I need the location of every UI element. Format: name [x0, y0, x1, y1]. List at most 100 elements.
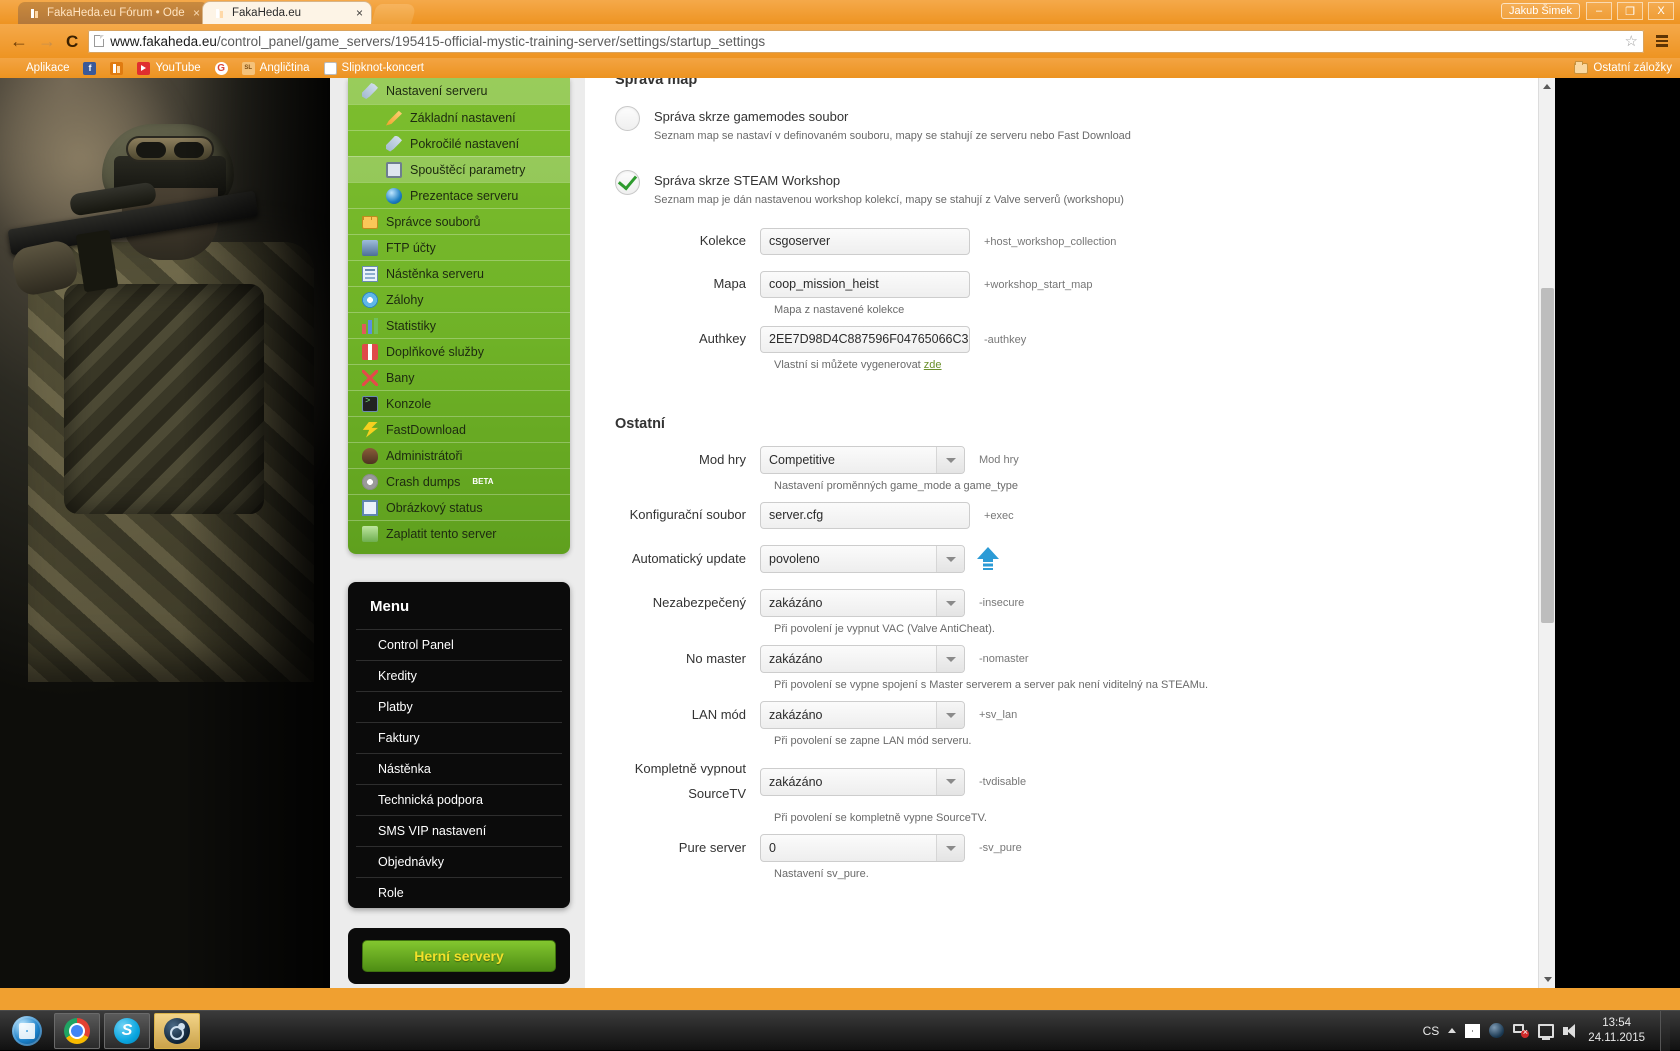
text-input[interactable]: 2EE7D98D4C887596F04765066C3E8: [760, 326, 970, 353]
text-input[interactable]: coop_mission_heist: [760, 271, 970, 298]
other-bookmarks[interactable]: Ostatní záložky: [1574, 62, 1672, 74]
bookmark-anglictina[interactable]: SL Angličtina: [242, 62, 310, 75]
select-dropdown[interactable]: zakázáno: [760, 701, 965, 729]
network-error-icon[interactable]: [1513, 1024, 1529, 1038]
bookmark-fakaheda[interactable]: [110, 62, 123, 75]
scrollbar-thumb[interactable]: [1541, 288, 1554, 623]
fakaheda-favicon: [28, 7, 41, 20]
browser-tab-forum[interactable]: FakaHeda.eu Fórum • Ode ×: [18, 2, 208, 24]
sidebar-item-ftp-ty[interactable]: FTP účty: [348, 234, 570, 260]
chevron-down-icon[interactable]: [936, 835, 964, 861]
form-field-kolekce: Kolekcecsgoserver+host_workshop_collecti…: [585, 228, 1538, 255]
bookmark-slipknot[interactable]: Slipknot-koncert: [324, 62, 424, 75]
chevron-down-icon[interactable]: [936, 702, 964, 728]
bookmark-youtube[interactable]: YouTube: [137, 62, 200, 75]
sidebar-item-bany[interactable]: Bany: [348, 364, 570, 390]
back-icon[interactable]: ←: [10, 32, 28, 50]
menu-item-control-panel[interactable]: Control Panel: [356, 629, 562, 660]
minimize-button[interactable]: –: [1586, 2, 1612, 20]
select-dropdown[interactable]: zakázáno: [760, 589, 965, 617]
option-steam-workshop[interactable]: Správa skrze STEAM Workshop Seznam map j…: [615, 170, 1415, 206]
monitor-icon[interactable]: [1538, 1024, 1554, 1038]
select-dropdown[interactable]: 0: [760, 834, 965, 862]
menu-item-n-st-nka[interactable]: Nástěnka: [356, 753, 562, 784]
menu-item-kredity[interactable]: Kredity: [356, 660, 562, 691]
radio-checked-icon[interactable]: [615, 170, 640, 195]
new-tab-button[interactable]: [371, 4, 417, 24]
forward-icon[interactable]: →: [38, 32, 56, 50]
sidebar-item-spr-vce-soubor[interactable]: Správce souborů: [348, 208, 570, 234]
game-servers-button[interactable]: Herní servery: [362, 940, 556, 972]
taskbar-chrome[interactable]: [54, 1013, 100, 1049]
address-bar[interactable]: www.fakaheda.eu/control_panel/game_serve…: [88, 30, 1644, 53]
sidebar-item-z-kladn-nastaven[interactable]: Základní nastavení: [348, 104, 570, 130]
option-gamemodes-file[interactable]: Správa skrze gamemodes soubor Seznam map…: [615, 106, 1415, 142]
chevron-down-icon[interactable]: [936, 447, 964, 473]
sidebar-item-spou-t-c-parametry[interactable]: Spouštěcí parametry: [348, 156, 570, 182]
upload-arrow-icon[interactable]: [977, 547, 999, 571]
clock[interactable]: 13:54 24.11.2015: [1588, 1016, 1645, 1045]
chevron-down-icon[interactable]: [936, 769, 964, 795]
show-desktop-button[interactable]: [1660, 1011, 1670, 1051]
select-dropdown[interactable]: povoleno: [760, 545, 965, 573]
start-orb-icon: [12, 1016, 42, 1046]
scroll-up-arrow[interactable]: [1539, 78, 1555, 95]
browser-tab-fakaheda[interactable]: FakaHeda.eu ×: [203, 2, 371, 24]
sidebar-item-zaplatit-tento-server[interactable]: Zaplatit tento server: [348, 520, 570, 546]
taskbar-skype[interactable]: S: [104, 1013, 150, 1049]
chevron-down-icon[interactable]: [936, 646, 964, 672]
sidebar-item-prezentace-serveru[interactable]: Prezentace serveru: [348, 182, 570, 208]
steam-tray-icon[interactable]: [1489, 1023, 1504, 1038]
scroll-down-arrow[interactable]: [1539, 971, 1556, 988]
sidebar-item-crash-dumps[interactable]: Crash dumpsBETA: [348, 468, 570, 494]
generate-authkey-link[interactable]: zde: [924, 359, 942, 371]
volume-icon[interactable]: [1563, 1024, 1579, 1038]
close-tab-icon[interactable]: ×: [193, 6, 200, 20]
select-dropdown[interactable]: Competitive: [760, 446, 965, 474]
close-tab-icon[interactable]: ×: [356, 6, 363, 20]
sidebar-item-konzole[interactable]: Konzole: [348, 390, 570, 416]
menu-item-objedn-vky[interactable]: Objednávky: [356, 846, 562, 877]
bookmark-star-icon[interactable]: ☆: [1625, 32, 1638, 50]
maximize-button[interactable]: ❐: [1617, 2, 1643, 20]
chrome-profile-chip[interactable]: Jakub Šimek: [1501, 3, 1580, 19]
close-window-button[interactable]: X: [1648, 2, 1674, 20]
globe-icon: [386, 188, 402, 204]
bookmark-google[interactable]: G: [215, 62, 228, 75]
bookmark-facebook[interactable]: f: [83, 62, 96, 75]
windows-icon[interactable]: [1465, 1024, 1480, 1038]
chevron-down-icon[interactable]: [936, 590, 964, 616]
text-input[interactable]: server.cfg: [760, 502, 970, 529]
sidebar-item-pokro-il-nastaven[interactable]: Pokročilé nastavení: [348, 130, 570, 156]
show-hidden-icons-icon[interactable]: [1448, 1028, 1456, 1033]
sidebar-item-fastdownload[interactable]: FastDownload: [348, 416, 570, 442]
page-info-icon[interactable]: [94, 35, 104, 47]
page-scrollbar[interactable]: [1538, 78, 1555, 988]
language-indicator[interactable]: CS: [1423, 1024, 1440, 1038]
menu-item-technick-podpora[interactable]: Technická podpora: [356, 784, 562, 815]
sidebar-item-n-st-nka-serveru[interactable]: Nástěnka serveru: [348, 260, 570, 286]
menu-item-platby[interactable]: Platby: [356, 691, 562, 722]
radio-unchecked-icon[interactable]: [615, 106, 640, 131]
bookmark-apps[interactable]: Aplikace: [8, 62, 69, 75]
menu-item-sms-vip-nastaven-[interactable]: SMS VIP nastavení: [356, 815, 562, 846]
select-dropdown[interactable]: zakázáno: [760, 645, 965, 673]
sidebar-item-statistiky[interactable]: Statistiky: [348, 312, 570, 338]
sidebar-item-z-lohy[interactable]: Zálohy: [348, 286, 570, 312]
menu-item-faktury[interactable]: Faktury: [356, 722, 562, 753]
chrome-menu-icon[interactable]: [1654, 35, 1670, 47]
sidebar-item-obr-zkov-status[interactable]: Obrázkový status: [348, 494, 570, 520]
select-dropdown[interactable]: zakázáno: [760, 768, 965, 796]
chevron-down-icon[interactable]: [936, 546, 964, 572]
section-title-map: Správa map: [615, 78, 697, 88]
sidebar-item-nastaven-serveru[interactable]: Nastavení serveru: [348, 78, 570, 104]
text-input[interactable]: csgoserver: [760, 228, 970, 255]
sidebar-item-dopl-kov-slu-by[interactable]: Doplňkové služby: [348, 338, 570, 364]
menu-item-role[interactable]: Role: [356, 877, 562, 908]
sidebar-item-administr-to-i[interactable]: Administrátoři: [348, 442, 570, 468]
clock-date: 24.11.2015: [1588, 1031, 1645, 1045]
form-field-mapa: Mapacoop_mission_heist+workshop_start_ma…: [585, 271, 1538, 316]
reload-icon[interactable]: C: [66, 33, 78, 50]
taskbar-steam[interactable]: [154, 1013, 200, 1049]
start-button[interactable]: [4, 1013, 50, 1049]
